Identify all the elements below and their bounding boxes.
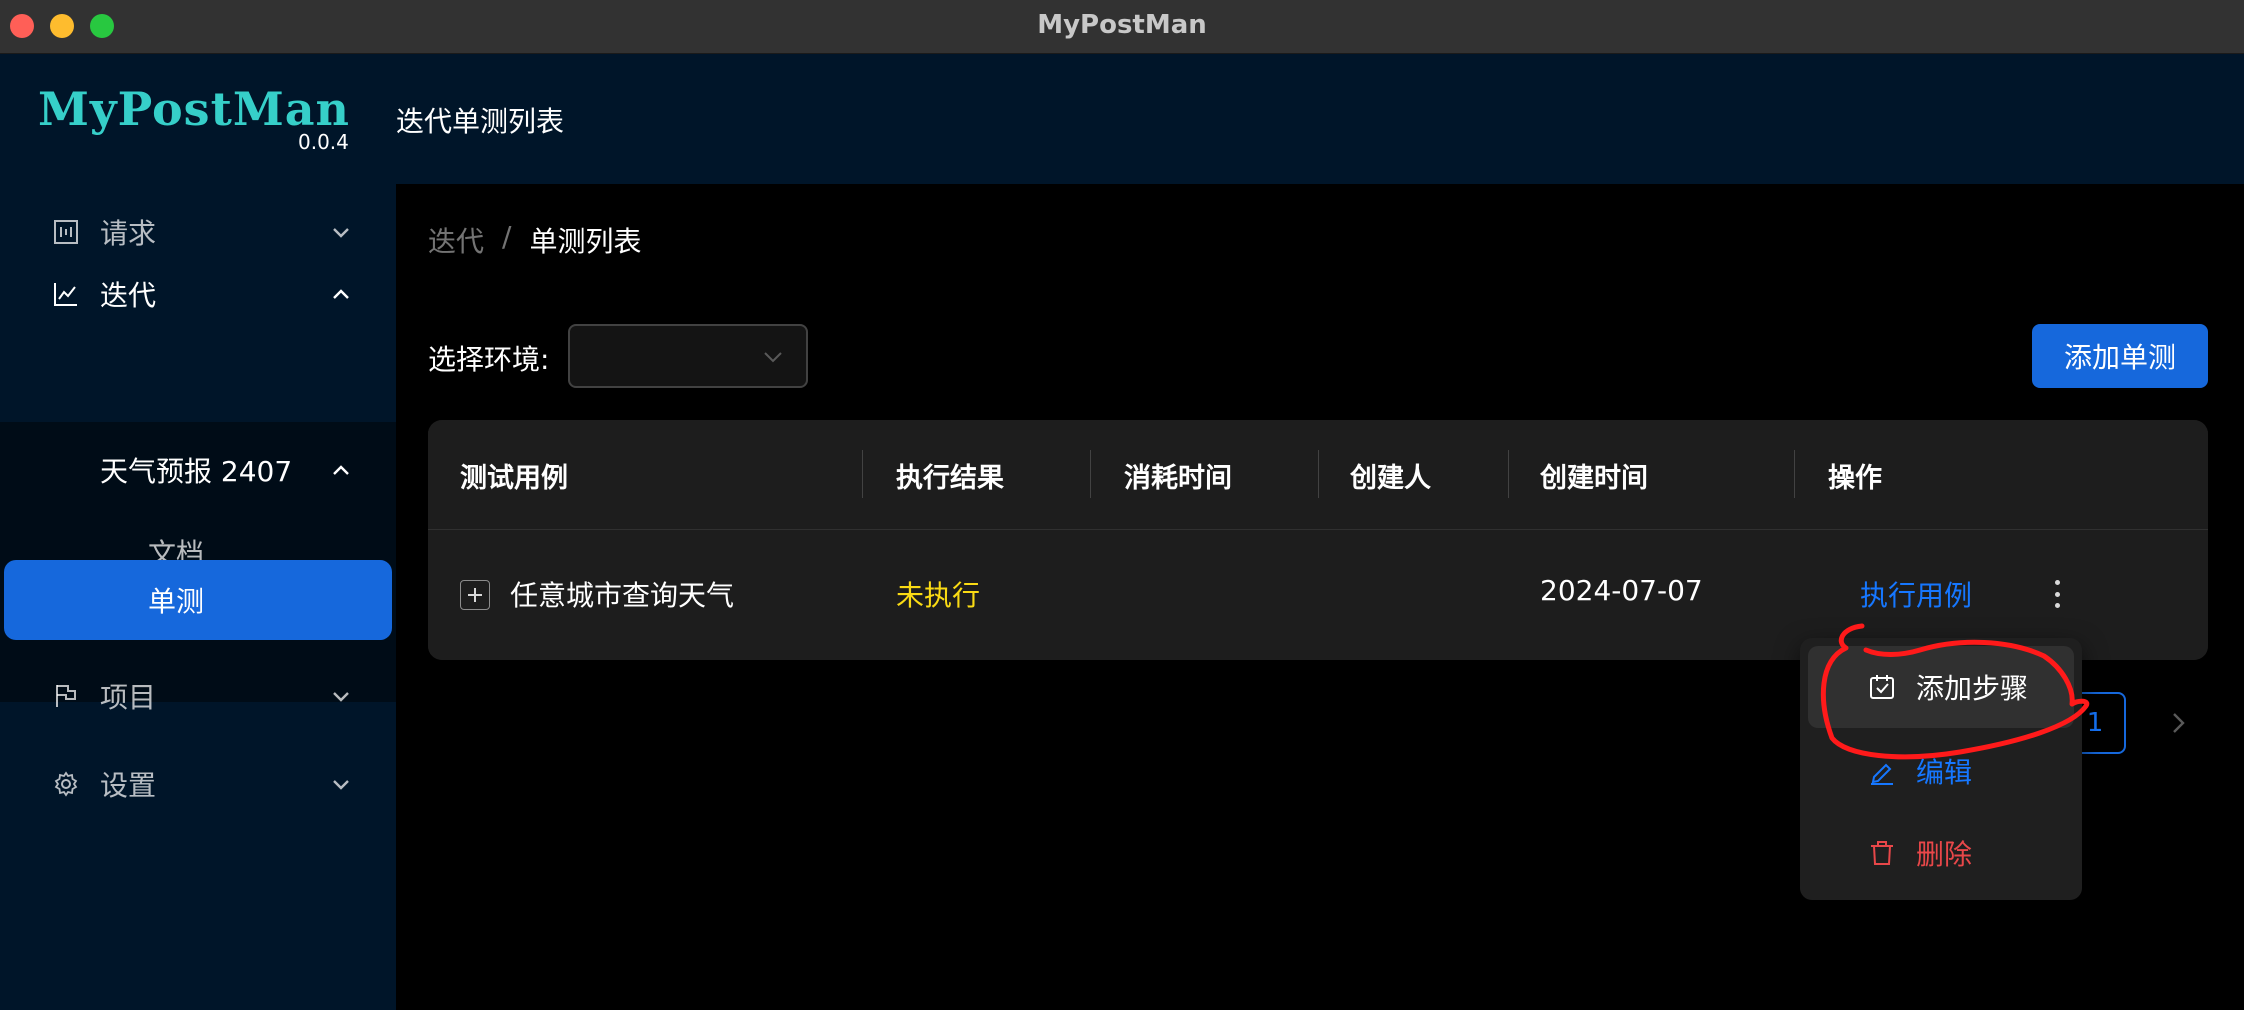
add-unit-test-button[interactable]: 添加单测 [2032, 324, 2208, 388]
sidebar-item-label: 单测 [148, 585, 205, 618]
chevron-down-icon [764, 352, 782, 363]
column-header-actions: 操作 [1828, 463, 1882, 494]
sidebar-item-label: 设置 [100, 769, 157, 802]
edit-icon [1871, 763, 1893, 785]
env-select[interactable] [568, 324, 808, 388]
sidebar-item-label: 请求 [100, 217, 157, 250]
column-divider [1794, 450, 1795, 498]
sidebar-item-settings[interactable]: 设置 [0, 744, 396, 824]
sidebar-item-weather-iteration[interactable]: 天气预报 2407 [0, 430, 396, 510]
more-actions-icon[interactable] [2042, 576, 2072, 612]
calendar-check-icon [1870, 675, 1894, 699]
breadcrumb-parent[interactable]: 迭代 [428, 220, 484, 260]
gear-icon [52, 770, 80, 798]
column-divider [1318, 450, 1319, 498]
breadcrumb-separator: / [502, 220, 512, 253]
chevron-up-icon [333, 465, 349, 475]
menu-item-label: 编辑 [1916, 756, 1973, 789]
chevron-down-icon [333, 692, 349, 702]
table-header: 测试用例 执行结果 消耗时间 创建人 创建时间 操作 [428, 420, 2208, 530]
menu-item-delete[interactable]: 删除 [1808, 812, 2074, 894]
sidebar-item-project[interactable]: 项目 [0, 656, 396, 736]
sidebar: MyPostMan 0.0.4 请求 迭代 天气预报 2407 文档 单测 项目 [0, 54, 396, 1010]
menu-item-add-step[interactable]: 添加步骤 [1808, 646, 2074, 728]
request-icon [52, 218, 80, 246]
app-version: 0.0.4 [298, 130, 349, 154]
unit-test-table: 测试用例 执行结果 消耗时间 创建人 创建时间 操作 任意城市查询天气 未执行 … [428, 420, 2208, 660]
row-actions-dropdown: 添加步骤 编辑 删除 [1800, 638, 2082, 900]
column-header-created-time: 创建时间 [1540, 463, 1648, 494]
column-header-result: 执行结果 [896, 463, 1004, 494]
sidebar-item-unit-test[interactable]: 单测 [4, 560, 392, 640]
window-title: MyPostMan [1037, 10, 1207, 40]
status-badge: 未执行 [896, 579, 981, 612]
menu-item-edit[interactable]: 编辑 [1808, 730, 2074, 812]
chart-line-icon [52, 280, 80, 308]
menu-item-label: 添加步骤 [1916, 672, 2029, 705]
breadcrumb: 迭代 / 单测列表 [428, 220, 641, 260]
column-divider [862, 450, 863, 498]
column-header-duration: 消耗时间 [1124, 463, 1232, 494]
sidebar-item-label: 迭代 [100, 279, 157, 312]
chevron-down-icon [333, 228, 349, 238]
flag-icon [52, 682, 80, 710]
column-header-test-case: 测试用例 [460, 463, 568, 494]
sidebar-item-label: 天气预报 2407 [100, 455, 293, 488]
run-test-case-link[interactable]: 执行用例 [1860, 574, 1972, 614]
test-case-name: 任意城市查询天气 [510, 579, 735, 612]
sidebar-item-label: 项目 [100, 681, 157, 714]
delete-icon [1871, 841, 1893, 865]
title-bar: MyPostMan [0, 0, 2244, 54]
expand-row-button[interactable] [460, 580, 490, 610]
app-logo: MyPostMan [38, 82, 350, 136]
chevron-down-icon [333, 780, 349, 790]
sidebar-item-iteration[interactable]: 迭代 [0, 254, 396, 334]
chevron-right-icon[interactable] [2166, 710, 2190, 736]
menu-item-label: 删除 [1916, 838, 1973, 871]
breadcrumb-current: 单测列表 [529, 225, 642, 258]
chevron-up-icon [333, 289, 349, 299]
created-date-cell: 2024-07-07 [1540, 574, 1703, 607]
env-select-label: 选择环境: [428, 343, 550, 376]
column-header-creator: 创建人 [1350, 463, 1431, 494]
column-divider [1090, 450, 1091, 498]
page-title: 迭代单测列表 [396, 105, 565, 138]
page-header: 迭代单测列表 [396, 54, 2244, 184]
column-divider [1508, 450, 1509, 498]
